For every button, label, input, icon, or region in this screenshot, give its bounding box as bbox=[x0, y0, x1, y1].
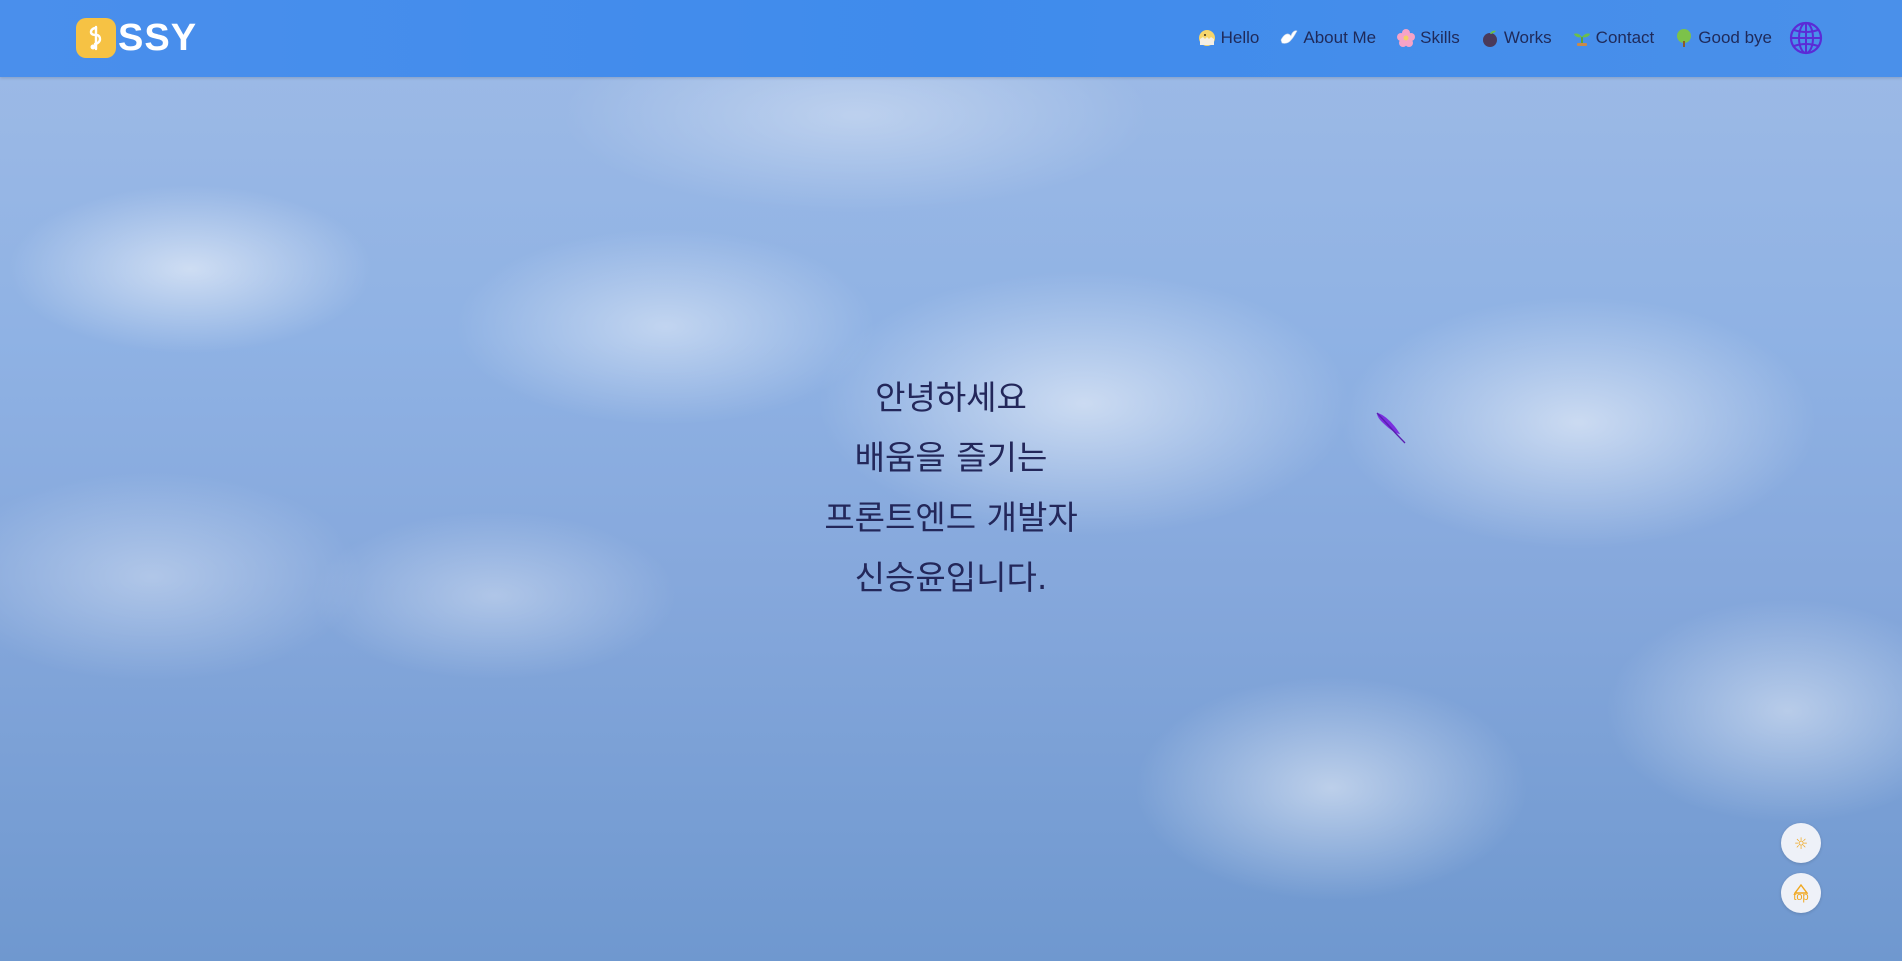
music-note-badge-icon bbox=[76, 18, 116, 58]
nav-label: Works bbox=[1503, 28, 1552, 47]
scroll-top-label: top bbox=[1793, 890, 1809, 903]
main-menu: Hello About Me Skills Works Contact Good… bbox=[1177, 18, 1824, 58]
hero-line: 프론트엔드 개발자 bbox=[824, 498, 1078, 537]
scroll-top-button[interactable]: top bbox=[1781, 873, 1821, 913]
hero-intro: 안녕하세요 배움을 즐기는 프론트엔드 개발자 신승윤입니다. bbox=[0, 368, 1902, 608]
navbar: SSY Hello About Me Skills Works Contact … bbox=[0, 0, 1902, 77]
nav-label: Good bye bbox=[1698, 28, 1772, 47]
nav-item-works[interactable]: Works bbox=[1480, 28, 1552, 48]
hero-line: 신승윤입니다. bbox=[854, 558, 1048, 597]
tree-icon bbox=[1677, 29, 1692, 47]
nav-label: Hello bbox=[1220, 28, 1260, 47]
dove-icon bbox=[1281, 30, 1298, 44]
purple-feather-icon bbox=[1376, 412, 1406, 444]
nav-item-hello[interactable]: Hello bbox=[1197, 28, 1260, 48]
nav-item-about-me[interactable]: About Me bbox=[1279, 28, 1376, 48]
seedling-dark-icon bbox=[1482, 30, 1497, 47]
nav-label: About Me bbox=[1303, 28, 1377, 47]
nav-item-contact[interactable]: Contact bbox=[1572, 28, 1655, 48]
logo[interactable]: SSY bbox=[76, 18, 197, 58]
chick-icon bbox=[1198, 30, 1215, 46]
flower-icon bbox=[1397, 29, 1416, 47]
theme-toggle-button[interactable]: ☼ bbox=[1781, 823, 1821, 863]
globe-icon[interactable] bbox=[1788, 20, 1824, 56]
nav-label: Contact bbox=[1595, 28, 1655, 47]
nav-label: Skills bbox=[1420, 28, 1460, 47]
hero-line: 배움을 즐기는 bbox=[854, 438, 1048, 477]
nav-item-skills[interactable]: Skills bbox=[1396, 28, 1460, 48]
logo-text: SSY bbox=[118, 17, 198, 59]
sprout-icon bbox=[1573, 33, 1590, 46]
sun-icon: ☼ bbox=[1793, 833, 1809, 853]
nav-item-good-bye[interactable]: Good bye bbox=[1674, 28, 1772, 48]
hero-line: 안녕하세요 bbox=[875, 378, 1027, 417]
